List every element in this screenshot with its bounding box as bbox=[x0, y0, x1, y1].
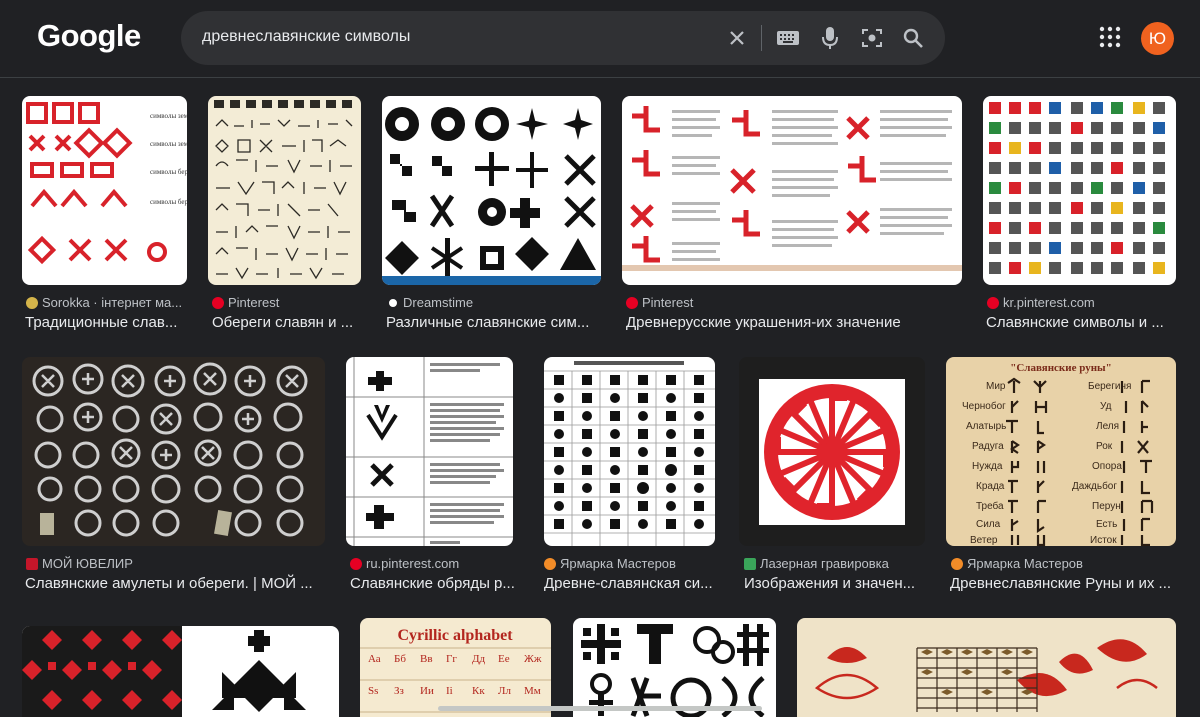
result-source[interactable]: Sorokka · інтернет ма... bbox=[26, 295, 182, 310]
pinterest-icon bbox=[212, 296, 224, 309]
result-thumbnail[interactable] bbox=[983, 96, 1176, 285]
svg-text:Перун: Перун bbox=[1092, 501, 1121, 512]
google-logo[interactable]: Google bbox=[37, 18, 141, 54]
svg-text:Леля: Леля bbox=[1096, 421, 1119, 432]
result-source[interactable]: Dreamstime bbox=[387, 295, 473, 310]
thumb-title: Cyrillic alphabet bbox=[397, 627, 513, 644]
result-title[interactable]: Славянские символы и ... bbox=[986, 314, 1164, 331]
svg-text:Гг: Гг bbox=[446, 653, 457, 665]
svg-text:Ее: Ее bbox=[498, 653, 510, 665]
result-title[interactable]: Обереги славян и ... bbox=[212, 314, 353, 331]
svg-text:Исток: Исток bbox=[1090, 535, 1117, 546]
result-thumbnail[interactable] bbox=[22, 357, 325, 546]
result-source[interactable]: Ярмарка Мастеров bbox=[951, 556, 1083, 571]
site-favicon-icon bbox=[544, 557, 556, 570]
site-favicon-icon bbox=[26, 557, 38, 570]
svg-text:Треба: Треба bbox=[976, 500, 1004, 512]
microphone-icon[interactable] bbox=[816, 24, 844, 52]
apps-grid-icon[interactable] bbox=[1099, 26, 1121, 48]
svg-text:Бб: Бб bbox=[394, 653, 406, 665]
result-source[interactable]: Pinterest bbox=[626, 295, 693, 310]
svg-text:Жж: Жж bbox=[524, 653, 542, 665]
result-title[interactable]: Различные славянские сим... bbox=[386, 314, 589, 331]
svg-text:Есть: Есть bbox=[1096, 519, 1117, 530]
result-source[interactable]: Ярмарка Мастеров bbox=[544, 556, 676, 571]
svg-text:Кк: Кк bbox=[472, 685, 485, 697]
result-title[interactable]: Славянские обряды р... bbox=[350, 575, 515, 592]
avatar[interactable]: Ю bbox=[1141, 22, 1174, 55]
svg-text:Іі: Іі bbox=[446, 685, 453, 697]
result-source[interactable]: МОЙ ЮВЕЛИР bbox=[26, 556, 133, 571]
svg-text:Ветер: Ветер bbox=[970, 535, 998, 546]
result-thumbnail[interactable] bbox=[544, 357, 715, 546]
result-thumbnail[interactable] bbox=[622, 96, 962, 285]
svg-text:Аа: Аа bbox=[368, 653, 381, 665]
result-title[interactable]: Древне-славянская си... bbox=[544, 575, 713, 592]
svg-text:Радуга: Радуга bbox=[972, 441, 1004, 452]
thumb-label: символы земли bbox=[150, 112, 187, 120]
result-thumbnail[interactable] bbox=[208, 96, 361, 285]
site-favicon-icon bbox=[744, 557, 756, 570]
search-divider bbox=[761, 25, 762, 51]
svg-text:Алатырь: Алатырь bbox=[966, 421, 1006, 432]
result-thumbnail[interactable] bbox=[346, 357, 513, 546]
keyboard-icon[interactable] bbox=[774, 24, 802, 52]
result-source[interactable]: Лазерная гравировка bbox=[744, 556, 889, 571]
thumb-label: символы земли bbox=[150, 140, 187, 148]
result-title[interactable]: Традиционные слав... bbox=[25, 314, 177, 331]
result-source[interactable]: kr.pinterest.com bbox=[987, 295, 1095, 310]
result-title[interactable]: Изображения и значен... bbox=[744, 575, 915, 592]
lens-icon[interactable] bbox=[858, 24, 886, 52]
result-title[interactable]: Древнерусские украшения-их значение bbox=[626, 314, 901, 331]
svg-text:Чернобог: Чернобог bbox=[962, 400, 1006, 412]
site-favicon-icon bbox=[26, 296, 38, 309]
search-icon[interactable] bbox=[899, 24, 927, 52]
svg-text:Даждьбог: Даждьбог bbox=[1072, 480, 1117, 492]
svg-text:Крада: Крада bbox=[976, 481, 1005, 492]
result-thumbnail[interactable] bbox=[382, 96, 601, 285]
search-input[interactable]: древнеславянские символы bbox=[202, 28, 410, 46]
result-thumbnail[interactable] bbox=[573, 618, 776, 717]
result-thumbnail[interactable] bbox=[22, 626, 339, 717]
svg-text:Сила: Сила bbox=[976, 519, 1001, 530]
result-thumbnail[interactable] bbox=[739, 357, 925, 546]
pinterest-icon bbox=[626, 296, 638, 309]
svg-text:Вв: Вв bbox=[420, 653, 433, 665]
result-source[interactable]: ru.pinterest.com bbox=[350, 556, 459, 571]
search-box[interactable]: древнеславянские символы bbox=[181, 11, 945, 65]
svg-text:Зз: Зз bbox=[394, 685, 404, 697]
svg-text:Уд: Уд bbox=[1100, 401, 1112, 412]
svg-text:Берегиня: Берегиня bbox=[1088, 381, 1131, 392]
result-thumbnail[interactable] bbox=[797, 618, 1176, 717]
thumb-label: символы берегиь рода bbox=[150, 198, 187, 206]
svg-text:Ѕѕ: Ѕѕ bbox=[368, 685, 378, 697]
svg-text:Мм: Мм bbox=[524, 685, 541, 697]
pinterest-icon bbox=[350, 557, 362, 570]
svg-text:Ии: Ии bbox=[420, 685, 434, 697]
result-thumbnail[interactable]: символы земли символы земли символы бере… bbox=[22, 96, 187, 285]
svg-text:Дд: Дд bbox=[472, 653, 486, 665]
result-thumbnail[interactable]: "Славянские руны" Мир Берегиня Чернобог … bbox=[946, 357, 1176, 546]
svg-text:Лл: Лл bbox=[498, 685, 511, 697]
svg-text:Опора: Опора bbox=[1092, 461, 1122, 472]
clear-icon[interactable] bbox=[723, 24, 751, 52]
result-source[interactable]: Pinterest bbox=[212, 295, 279, 310]
thumb-title: "Славянские руны" bbox=[1010, 362, 1112, 374]
header: Google древнеславянские символы Ю bbox=[0, 0, 1200, 78]
svg-text:Рок: Рок bbox=[1096, 441, 1113, 452]
result-title[interactable]: Славянские амулеты и обереги. | МОЙ ... bbox=[25, 575, 313, 592]
scrollbar[interactable] bbox=[438, 706, 762, 711]
thumb-label: символы берегиь bbox=[150, 168, 187, 176]
site-favicon-icon bbox=[387, 296, 399, 309]
svg-text:Мир: Мир bbox=[986, 381, 1006, 392]
svg-text:Нужда: Нужда bbox=[972, 461, 1003, 472]
site-favicon-icon bbox=[951, 557, 963, 570]
result-thumbnail[interactable]: Cyrillic alphabet Аа Бб Вв Гг Дд Ее Жж Ѕ… bbox=[360, 618, 551, 717]
pinterest-icon bbox=[987, 296, 999, 309]
result-title[interactable]: Древнеславянские Руны и их ... bbox=[950, 575, 1171, 592]
